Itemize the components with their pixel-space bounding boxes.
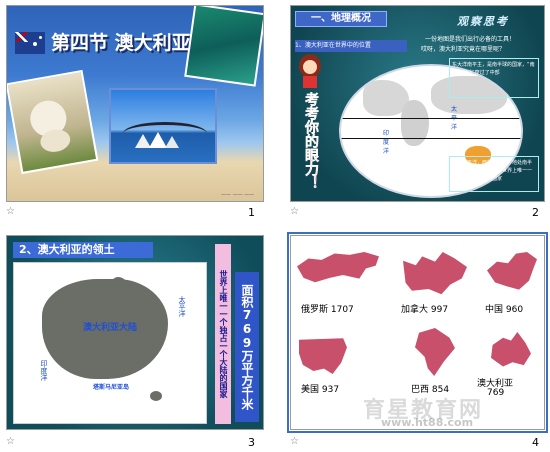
section-title: 2、澳大利亚的领土 — [13, 242, 153, 258]
slide-title: 第四节 澳大利亚 — [51, 32, 191, 54]
note-box-top: 东大洋南平主，是南半球的国家，“南北回归线”穿过了中部 — [449, 58, 539, 98]
cartoon-girl-avatar — [297, 54, 323, 88]
china-map-shape — [487, 252, 537, 290]
slide-number: 4 — [532, 436, 539, 449]
header-right-title: 观察思考 — [457, 15, 509, 28]
slide-number: 3 — [248, 436, 255, 449]
ocean-label-indian: 印度洋 — [383, 130, 390, 155]
sheep-photo — [7, 69, 99, 175]
question-1: 1、澳大利亚在世界中的位置 — [295, 40, 407, 52]
slide-thumbnail-2[interactable]: 一、地理概况 观察思考 1、澳大利亚在世界中的位置 一份地图是我们出行必备的工具… — [290, 5, 545, 202]
slide-number: 2 — [532, 206, 539, 219]
flag-icon — [15, 32, 45, 54]
canada-map-shape — [403, 252, 467, 295]
question-tip-2: 哎呀，澳大利亚究竟在哪里呢？ — [421, 46, 506, 53]
slide-transition-icon[interactable]: ☆ — [6, 436, 15, 447]
unique-continent-note: 世界上唯一一个独占一个大陆的国家 — [215, 244, 231, 424]
usa-map-shape — [299, 338, 347, 374]
ocean-label-left: 印度洋 — [40, 360, 48, 381]
island-label: 塔斯马尼亚岛 — [93, 384, 130, 391]
area-caption: 面积769万平方千米 — [235, 272, 259, 422]
slide-transition-icon[interactable]: ☆ — [6, 206, 15, 217]
slide-transition-icon[interactable]: ☆ — [290, 436, 299, 447]
slide-thumbnail-3[interactable]: 2、澳大利亚的领土 澳大利亚大陆 太平洋 印度洋 塔斯马尼亚岛 面积769万平方… — [6, 235, 264, 430]
country-label-usa: 美国 937 — [301, 385, 340, 395]
brazil-map-shape — [415, 328, 455, 376]
australia-map-shape — [491, 332, 531, 367]
country-label-russia: 俄罗斯 1707 — [301, 305, 354, 315]
country-label-canada: 加拿大 997 — [401, 305, 449, 315]
watermark-url: www.ht88.com — [381, 416, 474, 429]
ocean-diver-photo — [184, 6, 263, 87]
vertical-slogan: 考考你的眼力！ — [303, 92, 319, 190]
slide-thumbnail-1[interactable]: 第四节 澳大利亚 —— —— —— — [6, 5, 264, 202]
country-label-china: 中国 960 — [485, 305, 524, 315]
slide-footer-caption: —— —— —— — [221, 192, 255, 198]
ocean-label-pacific: 太平洋 — [451, 106, 458, 131]
question-tip: 一份地图是我们出行必备的工具！ — [425, 36, 516, 43]
australia-map-panel — [13, 262, 207, 424]
slide-transition-icon[interactable]: ☆ — [290, 206, 299, 217]
slide-thumbnail-4[interactable]: 俄罗斯 1707 加拿大 997 中国 960 美国 937 巴西 854 澳大… — [287, 232, 548, 433]
slide-number: 1 — [248, 206, 255, 219]
country-value-australia: 769 — [487, 388, 505, 398]
section-title: 一、地理概况 — [295, 11, 387, 27]
russia-map-shape — [297, 252, 379, 283]
sydney-opera-house-photo — [109, 88, 217, 164]
note-box-bottom: 东临太平洋，西临印度洋，地处南半球，大陆四周环海，是世界上唯一一个独占一个大陆的… — [449, 156, 539, 192]
ocean-label-right: 太平洋 — [178, 296, 186, 317]
continent-label: 澳大利亚大陆 — [83, 323, 138, 333]
